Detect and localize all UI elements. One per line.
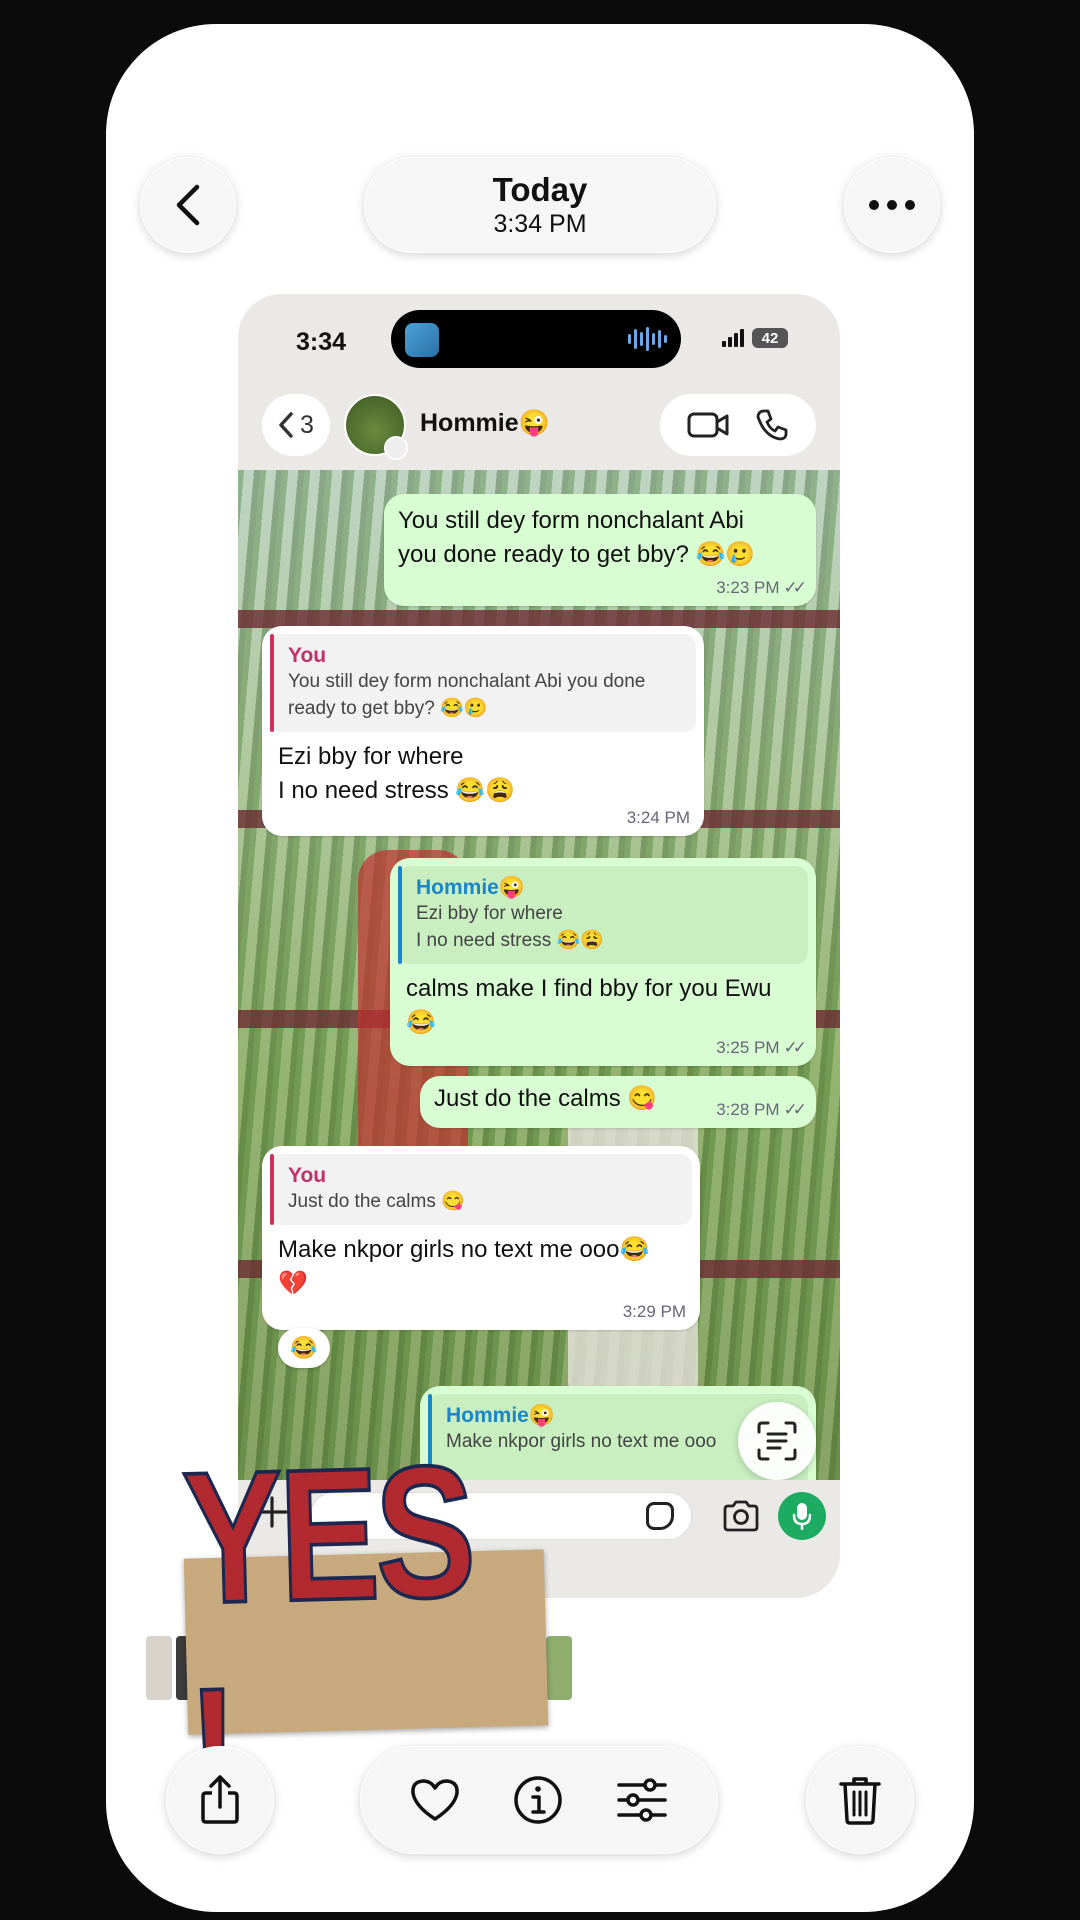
- share-icon: [201, 1775, 239, 1824]
- message-text: Make nkpor girls no text me ooo😂 💔: [278, 1236, 650, 1297]
- phone-icon[interactable]: [755, 408, 789, 442]
- info-icon[interactable]: [513, 1775, 563, 1825]
- live-text-button[interactable]: [738, 1402, 816, 1480]
- message-bubble[interactable]: Hommie😜 Ezi bby for where I no need stre…: [390, 858, 816, 1066]
- voice-message-button[interactable]: [778, 1492, 826, 1540]
- disappearing-timer-icon: [384, 436, 408, 460]
- live-text-icon: [757, 1421, 797, 1461]
- message-meta: 3:28 PM ✓✓: [716, 1100, 807, 1120]
- microphone-icon: [792, 1503, 812, 1530]
- date-time: 3:34 PM: [493, 210, 587, 238]
- message-reaction[interactable]: 😂: [278, 1328, 330, 1368]
- chat-back-button[interactable]: 3: [262, 394, 330, 456]
- read-ticks-icon: ✓✓: [783, 578, 807, 597]
- message-bubble[interactable]: You You still dey form nonchalant Abi yo…: [262, 626, 704, 836]
- quote-author: Hommie😜: [416, 876, 525, 899]
- sticker-icon[interactable]: [646, 1502, 674, 1530]
- message-meta: 3:23 PM ✓✓: [716, 578, 807, 598]
- screenshot-image[interactable]: 3:34 42 3 Hommie😜 You still dey form non…: [238, 294, 840, 1598]
- camera-icon: [723, 1500, 759, 1532]
- heart-icon[interactable]: [410, 1778, 460, 1822]
- call-buttons: [660, 394, 816, 456]
- message-meta: 3:29 PM: [623, 1302, 686, 1322]
- chat-header: 3 Hommie😜: [238, 382, 840, 470]
- photo-viewer: Today 3:34 PM 3:34 42 3 Hommie😜 You stil…: [106, 24, 974, 1912]
- message-time: 3:25 PM: [716, 1038, 780, 1057]
- now-playing-thumbnail: [405, 323, 439, 357]
- message-bubble[interactable]: Just do the calms 😋 3:28 PM ✓✓: [420, 1076, 816, 1128]
- message-time: 3:28 PM: [716, 1100, 780, 1119]
- share-button[interactable]: [166, 1746, 274, 1854]
- quote-text: You still dey form nonchalant Abi you do…: [288, 671, 646, 719]
- message-text: Ezi bby for where I no need stress 😂😩: [278, 743, 516, 804]
- quote-text: Just do the calms 😋: [288, 1191, 465, 1212]
- message-meta: 3:24 PM: [627, 808, 690, 828]
- back-button[interactable]: [140, 157, 236, 253]
- audio-wave-icon: [628, 327, 667, 351]
- photo-actions: [360, 1746, 718, 1854]
- dynamic-island: [391, 310, 681, 368]
- status-bar: 3:34 42: [238, 294, 840, 394]
- quote-author: You: [288, 1164, 327, 1187]
- more-button[interactable]: [844, 157, 940, 253]
- message-time: 3:23 PM: [716, 578, 780, 597]
- message-time: 3:29 PM: [622, 1302, 686, 1321]
- video-camera-icon[interactable]: [687, 410, 729, 440]
- date-title: Today: [492, 171, 588, 208]
- reply-quote[interactable]: You Just do the calms 😋: [270, 1154, 692, 1225]
- status-right: 42: [722, 328, 788, 348]
- read-ticks-icon: ✓✓: [783, 1100, 807, 1119]
- message-bubble[interactable]: You Just do the calms 😋 Make nkpor girls…: [262, 1146, 700, 1330]
- contact-name[interactable]: Hommie😜: [420, 409, 550, 438]
- battery-icon: 42: [752, 328, 788, 348]
- read-ticks-icon: ✓✓: [783, 1038, 807, 1057]
- chevron-left-icon: [176, 184, 200, 226]
- trash-icon: [839, 1777, 881, 1825]
- sliders-icon[interactable]: [616, 1778, 668, 1822]
- quote-text: Ezi bby for where I no need stress 😂😩: [416, 903, 604, 951]
- message-text: You still dey form nonchalant Abi you do…: [398, 507, 756, 568]
- message-text: calms make I find bby for you Ewu 😂: [406, 975, 772, 1036]
- message-bubble[interactable]: You still dey form nonchalant Abi you do…: [384, 494, 816, 606]
- message-time: 3:24 PM: [626, 808, 690, 827]
- camera-button[interactable]: [722, 1500, 760, 1532]
- more-horizontal-icon: [869, 200, 915, 210]
- status-time: 3:34: [296, 328, 347, 356]
- quote-author: You: [288, 644, 327, 667]
- photo-date-header: Today 3:34 PM: [364, 157, 716, 253]
- yes-sticker: YES !: [179, 1424, 549, 1861]
- photo-thumbnail-strip-right[interactable]: [546, 1636, 572, 1700]
- signal-icon: [722, 329, 744, 347]
- delete-button[interactable]: [806, 1746, 914, 1854]
- message-meta: 3:25 PM ✓✓: [716, 1038, 807, 1058]
- unread-count: 3: [300, 410, 314, 439]
- reply-quote[interactable]: Hommie😜 Ezi bby for where I no need stre…: [398, 866, 808, 964]
- reply-quote[interactable]: You You still dey form nonchalant Abi yo…: [270, 634, 696, 732]
- chevron-left-icon: [279, 412, 293, 438]
